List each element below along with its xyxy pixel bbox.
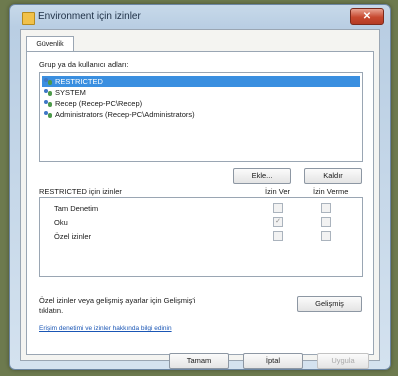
group-icon bbox=[44, 78, 52, 85]
list-item-recep[interactable]: Recep (Recep-PC\Recep) bbox=[42, 98, 360, 109]
ok-button[interactable]: Tamam bbox=[169, 353, 229, 369]
group-icon bbox=[44, 111, 52, 118]
group-list-label: Grup ya da kullanıcı adları: bbox=[39, 60, 129, 69]
close-button[interactable]: ✕ bbox=[350, 8, 384, 25]
permissions-dialog: Environment için izinler ✕ Güvenlik Grup… bbox=[9, 4, 391, 370]
tab-security[interactable]: Güvenlik bbox=[26, 36, 74, 52]
list-item-restricted[interactable]: RESTRICTED bbox=[42, 76, 360, 87]
security-panel: Grup ya da kullanıcı adları: RESTRICTED … bbox=[26, 51, 374, 355]
access-control-help-link[interactable]: Erişim denetimi ve izinler hakkında bilg… bbox=[39, 325, 172, 332]
group-icon bbox=[44, 89, 52, 96]
allow-checkbox-full-control[interactable] bbox=[273, 203, 283, 213]
title-bar[interactable]: Environment için izinler ✕ bbox=[10, 5, 390, 29]
deny-column-header: İzin Verme bbox=[313, 187, 349, 196]
user-icon bbox=[44, 100, 52, 107]
folder-icon bbox=[22, 12, 35, 25]
list-item-administrators[interactable]: Administrators (Recep-PC\Administrators) bbox=[42, 109, 360, 120]
list-item-system[interactable]: SYSTEM bbox=[42, 87, 360, 98]
permission-name: Özel izinler bbox=[54, 232, 92, 241]
list-item-label: RESTRICTED bbox=[55, 77, 103, 86]
dialog-client-area: Güvenlik Grup ya da kullanıcı adları: RE… bbox=[20, 29, 380, 369]
list-item-label: SYSTEM bbox=[55, 88, 86, 97]
list-item-label: Administrators (Recep-PC\Administrators) bbox=[55, 110, 195, 119]
remove-button[interactable]: Kaldır bbox=[304, 168, 362, 184]
allow-checkbox-special[interactable] bbox=[273, 231, 283, 241]
permissions-list: Tam Denetim Oku ✓ Özel izinler bbox=[39, 197, 363, 277]
cancel-button[interactable]: İptal bbox=[243, 353, 303, 369]
window-title: Environment için izinler bbox=[38, 11, 141, 22]
group-user-list[interactable]: RESTRICTED SYSTEM Recep (Recep-PC\Recep)… bbox=[39, 72, 363, 162]
permission-name: Oku bbox=[54, 218, 68, 227]
deny-checkbox-read[interactable] bbox=[321, 217, 331, 227]
list-item-label: Recep (Recep-PC\Recep) bbox=[55, 99, 143, 108]
permissions-header: RESTRICTED için izinler bbox=[39, 187, 122, 196]
add-button[interactable]: Ekle... bbox=[233, 168, 291, 184]
allow-column-header: İzin Ver bbox=[265, 187, 291, 196]
deny-checkbox-full-control[interactable] bbox=[321, 203, 331, 213]
advanced-button[interactable]: Gelişmiş bbox=[297, 296, 362, 312]
advanced-hint: Özel izinler veya gelişmiş ayarlar için … bbox=[39, 296, 196, 315]
apply-button[interactable]: Uygula bbox=[317, 353, 369, 369]
allow-checkbox-read[interactable]: ✓ bbox=[273, 217, 283, 227]
permission-name: Tam Denetim bbox=[54, 204, 99, 213]
deny-checkbox-special[interactable] bbox=[321, 231, 331, 241]
